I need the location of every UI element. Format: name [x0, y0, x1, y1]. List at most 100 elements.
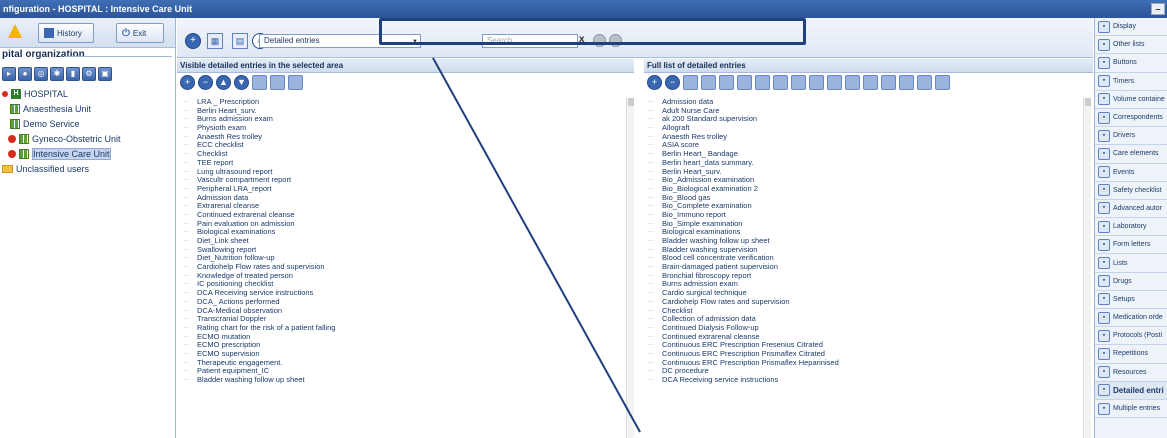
exit-button[interactable]: ⏻ Exit	[116, 23, 164, 43]
scroll-up-icon[interactable]	[628, 98, 634, 106]
side-tab-buttons[interactable]: ▪ Buttons	[1095, 54, 1167, 73]
side-tab-other-lists[interactable]: ▪ Other lists	[1095, 36, 1167, 55]
document-icon[interactable]: ▤	[232, 33, 248, 49]
side-tab-laboratory[interactable]: ▪ Laboratory	[1095, 218, 1167, 237]
tree-item-anaesthesia[interactable]: Anaesthesia Unit	[0, 101, 176, 116]
list-item[interactable]: ··· Anaesth Res trolley	[648, 132, 1078, 142]
side-tab-advanced-autor[interactable]: ▪ Advanced autor	[1095, 200, 1167, 219]
side-tab-drugs[interactable]: ▪ Drugs	[1095, 273, 1167, 291]
list-item[interactable]: ··· Continuous ERC Prescription Prismafle…	[648, 358, 1078, 368]
layout-icon[interactable]: ▦	[207, 33, 223, 49]
medication-icon: ▪	[1098, 311, 1110, 324]
doc-icon[interactable]	[683, 75, 698, 90]
side-tab-protocols-posti[interactable]: ▪ Protocols (Posti	[1095, 327, 1167, 346]
remove-icon[interactable]: −	[665, 75, 680, 90]
side-tab-lists[interactable]: ▪ Lists	[1095, 254, 1167, 273]
print-icon[interactable]	[899, 75, 914, 90]
page-icon[interactable]	[737, 75, 752, 90]
sort-icon[interactable]	[252, 75, 267, 90]
alert-dot-icon	[8, 149, 16, 158]
side-tab-events[interactable]: ▪ Events	[1095, 164, 1167, 182]
list-item[interactable]: ··· Bio_Biological examination 2	[648, 184, 1078, 194]
link-icon[interactable]	[827, 75, 842, 90]
add-icon[interactable]: +	[180, 75, 195, 90]
list-item[interactable]: ··· Checklist	[183, 149, 623, 159]
list-item[interactable]: ··· Burns admission exam	[183, 115, 623, 124]
export-icon[interactable]	[863, 75, 878, 90]
chart-icon[interactable]	[755, 75, 770, 90]
user-icon[interactable]: ●	[18, 67, 32, 81]
history-button[interactable]: History	[38, 23, 94, 43]
tree-line-icon: ···	[183, 203, 189, 210]
visible-scrollbar[interactable]	[626, 98, 634, 438]
search-user-icon[interactable]: ◎	[34, 67, 48, 81]
layout-icon[interactable]	[809, 75, 824, 90]
side-tab-volume-containe[interactable]: ▪ Volume containe	[1095, 91, 1167, 109]
image-icon[interactable]	[773, 75, 788, 90]
org-divider	[64, 56, 172, 57]
side-tab-safety-checklist[interactable]: ▪ Safety checklist	[1095, 182, 1167, 200]
list-item[interactable]: ··· Bladder washing follow up sheet	[183, 375, 623, 385]
side-tab-label: Care elements	[1113, 150, 1159, 158]
table-icon[interactable]	[935, 75, 950, 90]
tree-line-icon: ···	[648, 142, 654, 149]
list-item[interactable]: ··· ECC checklist	[183, 141, 623, 150]
import-icon[interactable]	[881, 75, 896, 90]
side-tab-medication-orde[interactable]: ▪ Medication orde	[1095, 309, 1167, 328]
edit-icon[interactable]	[270, 75, 285, 90]
side-tab-setups[interactable]: ▪ Setups	[1095, 291, 1167, 309]
list-icon: ▪	[1098, 38, 1110, 51]
side-tab-multiple-entries[interactable]: ▪ Multiple entries	[1095, 400, 1167, 419]
list-item[interactable]: ··· Biological examinations	[183, 228, 623, 237]
side-tab-label: Laboratory	[1113, 223, 1147, 231]
buttons-icon: ▪	[1098, 56, 1110, 69]
grid-icon[interactable]	[917, 75, 932, 90]
list-item[interactable]: ··· Peripheral LRA_report	[183, 184, 623, 194]
side-tab-repetitions[interactable]: ▪ Repetitions	[1095, 345, 1167, 364]
side-tab-detailed-entri[interactable]: ▪ Detailed entri	[1095, 381, 1167, 400]
side-tab-drivers[interactable]: ▪ Drivers	[1095, 127, 1167, 146]
tree-item-hospital[interactable]: H HOSPITAL	[0, 86, 176, 101]
left-toolbar: History ⏻ Exit	[0, 18, 175, 48]
form-icon[interactable]	[791, 75, 806, 90]
list-item[interactable]: ··· Cardiohelp Flow rates and supervision	[648, 297, 1078, 307]
delete-icon[interactable]: ▮	[66, 67, 80, 81]
side-tab-correspondents[interactable]: ▪ Correspondents	[1095, 109, 1167, 128]
tree-line-icon: ···	[183, 264, 189, 271]
side-tab-timers[interactable]: ▪ Timers	[1095, 73, 1167, 91]
paste-icon[interactable]	[719, 75, 734, 90]
tree-item-label: Demo Service	[23, 118, 80, 129]
up-icon[interactable]: ▲	[216, 75, 231, 90]
side-tab-resources[interactable]: ▪ Resources	[1095, 364, 1167, 382]
drugs-icon: ▪	[1098, 275, 1110, 288]
side-tab-care-elements[interactable]: ▪ Care elements	[1095, 145, 1167, 164]
key-icon[interactable]: ▣	[98, 67, 112, 81]
list-item[interactable]: ··· Anaesth Res trolley	[183, 132, 623, 142]
side-tab-label: Safety checklist	[1113, 186, 1162, 194]
full-scrollbar[interactable]	[1083, 98, 1091, 438]
copy-icon[interactable]	[701, 75, 716, 90]
side-tab-display[interactable]: ▪ Display	[1095, 18, 1167, 37]
select-icon[interactable]	[288, 75, 303, 90]
tree-item-icu[interactable]: Intensive Care Unit	[0, 146, 176, 161]
list-item[interactable]: ··· ak 200 Standard supervision	[648, 115, 1078, 124]
down-icon[interactable]: ▼	[234, 75, 249, 90]
tree-icon[interactable]: ▸	[2, 67, 16, 81]
add-icon[interactable]: +	[647, 75, 662, 90]
frame-icon[interactable]	[845, 75, 860, 90]
gear-icon[interactable]: ⚙	[82, 67, 96, 81]
remove-icon[interactable]: −	[198, 75, 213, 90]
scroll-up-icon[interactable]	[1085, 98, 1091, 106]
side-tab-label: Events	[1113, 168, 1135, 176]
tree-line-icon: ···	[183, 368, 189, 375]
list-item[interactable]: ··· DCA Receiving service instructions	[648, 375, 1078, 385]
history-icon	[44, 28, 54, 38]
tree-item-demo[interactable]: Demo Service	[0, 116, 176, 131]
tree-item-unclassified[interactable]: Unclassified users	[0, 161, 176, 176]
tree-item-gyneco[interactable]: Gyneco-Obstetric Unit	[0, 131, 176, 146]
drop-icon: ▪	[1098, 147, 1110, 160]
side-tab-form-letters[interactable]: ▪ Form letters	[1095, 236, 1167, 255]
add-circle-icon[interactable]: +	[185, 33, 201, 49]
settings-icon[interactable]: ✱	[50, 67, 64, 81]
minimize-button[interactable]: –	[1151, 3, 1165, 15]
